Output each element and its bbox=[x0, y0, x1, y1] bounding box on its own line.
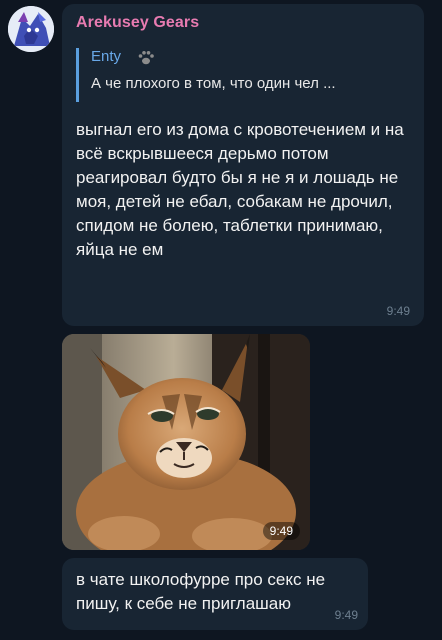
reply-snippet: А че плохого в том, что один чел ... bbox=[91, 75, 336, 92]
reply-author: Enty bbox=[91, 48, 122, 65]
reply-quote[interactable]: Enty А че плохого в том, что один чел ..… bbox=[76, 48, 406, 102]
photo-time: 9:49 bbox=[262, 522, 300, 540]
sender-avatar[interactable] bbox=[8, 6, 54, 52]
paw-icon bbox=[138, 51, 154, 65]
message-text: выгнал его из дома с кровотечением и на … bbox=[76, 120, 404, 259]
message-text: в чате школофурре про секс не пишу, к се… bbox=[76, 570, 326, 613]
photo-message[interactable]: 9:49 bbox=[62, 334, 310, 550]
sender-name[interactable]: Arekusey Gears bbox=[76, 14, 199, 32]
avatar-image bbox=[8, 6, 54, 52]
message-time: 9:49 bbox=[334, 608, 358, 622]
message-time: 9:49 bbox=[386, 304, 410, 318]
message-bubble[interactable]: Arekusey Gears Enty А че плохого в том, … bbox=[62, 4, 424, 326]
message-bubble[interactable]: в чате школофурре про секс не пишу, к се… bbox=[62, 558, 368, 630]
caracal-photo bbox=[62, 334, 310, 550]
